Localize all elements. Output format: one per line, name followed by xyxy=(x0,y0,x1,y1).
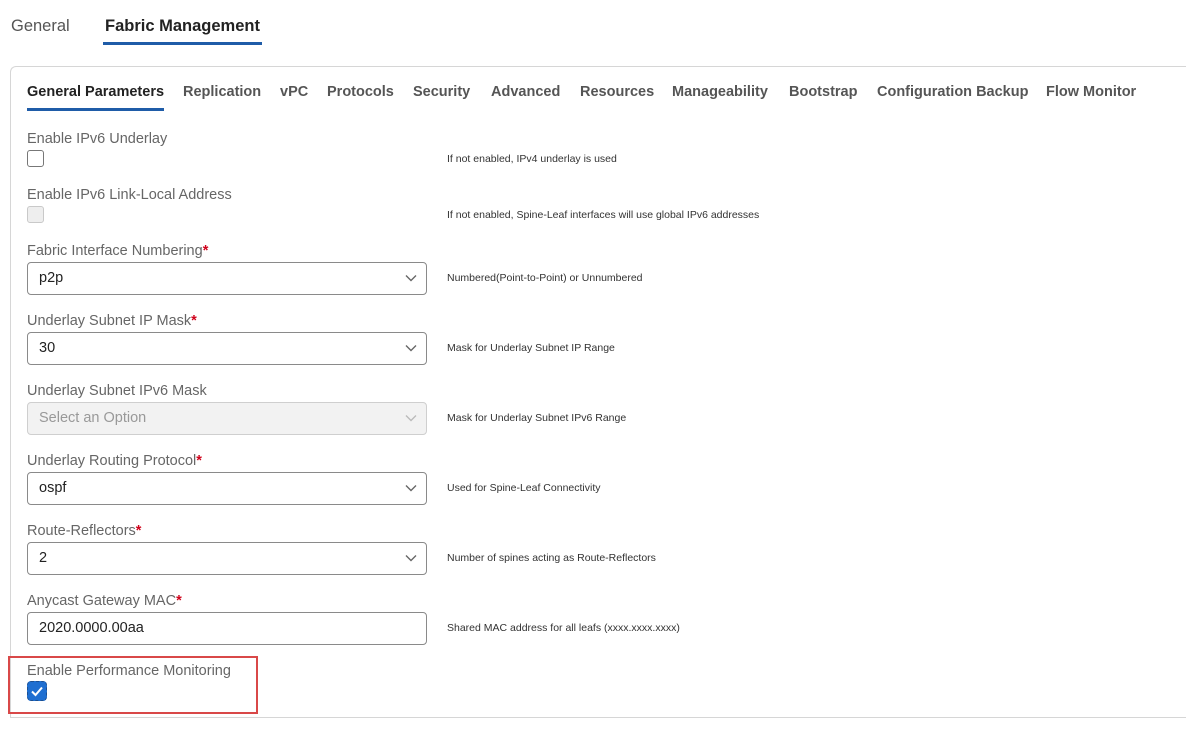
subnet-mask-select[interactable]: 30 xyxy=(27,332,427,365)
anycast-mac-input[interactable]: 2020.0000.00aa xyxy=(27,612,427,645)
required-marker: * xyxy=(135,523,142,539)
required-marker: * xyxy=(202,243,209,259)
subnet-mask-help: Mask for Underlay Subnet IP Range xyxy=(447,342,615,354)
chevron-down-icon xyxy=(405,415,417,422)
subtab-manageability[interactable]: Manageability xyxy=(672,84,768,100)
required-marker: * xyxy=(191,313,197,329)
anycast-mac-label: Anycast Gateway MAC* xyxy=(27,593,182,609)
chevron-down-icon xyxy=(405,555,417,562)
subnet-mask-label: Underlay Subnet IP Mask* xyxy=(27,313,197,329)
tab-general[interactable]: General xyxy=(11,17,70,36)
anycast-mac-value: 2020.0000.00aa xyxy=(39,620,144,636)
subnet-ipv6-mask-select[interactable]: Select an Option xyxy=(27,402,427,435)
anycast-mac-help: Shared MAC address for all leafs (xxxx.x… xyxy=(447,622,680,634)
routing-protocol-value: ospf xyxy=(39,480,67,496)
routing-protocol-label: Underlay Routing Protocol* xyxy=(27,453,202,469)
ipv6-link-local-checkbox[interactable] xyxy=(27,206,44,223)
subtab-advanced[interactable]: Advanced xyxy=(491,84,560,100)
routing-protocol-help: Used for Spine-Leaf Connectivity xyxy=(447,482,601,494)
chevron-down-icon xyxy=(405,485,417,492)
interface-numbering-select[interactable]: p2p xyxy=(27,262,427,295)
subtab-resources[interactable]: Resources xyxy=(580,84,654,100)
route-reflectors-select[interactable]: 2 xyxy=(27,542,427,575)
highlight-box xyxy=(8,656,258,714)
subtab-protocols[interactable]: Protocols xyxy=(327,84,394,100)
ipv6-link-local-help: If not enabled, Spine-Leaf interfaces wi… xyxy=(447,209,760,221)
interface-numbering-value: p2p xyxy=(39,270,64,286)
subnet-mask-value: 30 xyxy=(39,340,56,356)
subtab-security[interactable]: Security xyxy=(413,84,470,100)
route-reflectors-value: 2 xyxy=(39,550,48,566)
ipv6-underlay-help: If not enabled, IPv4 underlay is used xyxy=(447,153,617,165)
ipv6-underlay-checkbox[interactable] xyxy=(27,150,44,167)
top-tab-bar: General Fabric Management xyxy=(0,0,1186,50)
chevron-down-icon xyxy=(405,275,417,282)
chevron-down-icon xyxy=(405,345,417,352)
required-marker: * xyxy=(196,453,202,469)
route-reflectors-help: Number of spines acting as Route-Reflect… xyxy=(447,552,656,564)
subtab-configuration-backup[interactable]: Configuration Backup xyxy=(877,84,1028,100)
ipv6-underlay-label: Enable IPv6 Underlay xyxy=(27,131,168,147)
subnet-ipv6-mask-placeholder: Select an Option xyxy=(39,410,147,426)
ipv6-link-local-label: Enable IPv6 Link-Local Address xyxy=(27,187,232,203)
routing-protocol-select[interactable]: ospf xyxy=(27,472,427,505)
subtab-general-parameters[interactable]: General Parameters xyxy=(27,84,165,111)
tab-fabric-management[interactable]: Fabric Management xyxy=(103,17,262,45)
subnet-ipv6-mask-label: Underlay Subnet IPv6 Mask xyxy=(27,383,207,399)
subtab-vpc[interactable]: vPC xyxy=(280,84,308,100)
subnet-ipv6-mask-help: Mask for Underlay Subnet IPv6 Range xyxy=(447,412,627,424)
interface-numbering-label: Fabric Interface Numbering* xyxy=(27,243,209,259)
subtab-replication[interactable]: Replication xyxy=(183,84,261,100)
interface-numbering-help: Numbered(Point-to-Point) or Unnumbered xyxy=(447,272,643,284)
route-reflectors-label: Route-Reflectors* xyxy=(27,523,142,539)
subtab-flow-monitor[interactable]: Flow Monitor xyxy=(1046,84,1136,100)
required-marker: * xyxy=(176,593,182,609)
subtab-bootstrap[interactable]: Bootstrap xyxy=(789,84,857,100)
